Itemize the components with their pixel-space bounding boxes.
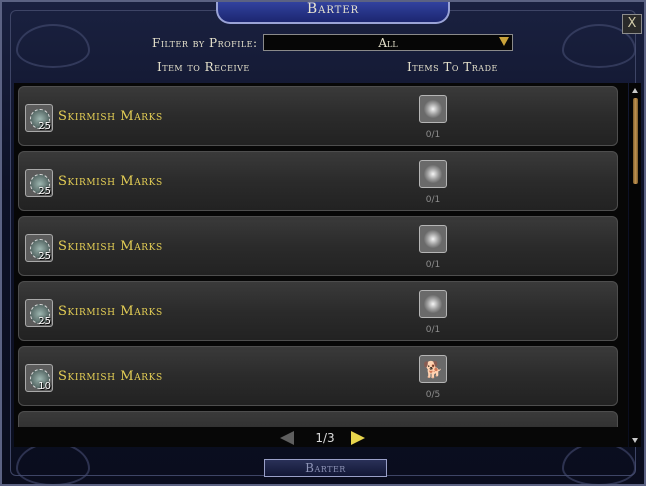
wolf-glyph-icon: 🐕 — [423, 360, 443, 379]
barter-list[interactable]: 25 Skirmish Marks 0/1 25 Skirmish Marks … — [14, 83, 628, 427]
frame-ornament — [16, 442, 90, 484]
silver-ring-icon[interactable] — [419, 225, 447, 253]
item-quantity: 25 — [38, 251, 51, 262]
column-header-receive: Item to Receive — [157, 60, 250, 74]
barter-row[interactable]: 25 Skirmish Marks 0/1 — [18, 151, 618, 211]
trade-count: 0/1 — [425, 130, 441, 140]
frame-ornament — [16, 24, 90, 68]
skirmish-mark-icon[interactable]: 25 — [25, 169, 53, 197]
skirmish-mark-icon[interactable]: 25 — [25, 104, 53, 132]
next-page-icon[interactable] — [351, 431, 365, 445]
previous-page-icon[interactable] — [280, 431, 294, 445]
column-header-trade: Items To Trade — [407, 60, 498, 74]
trade-count: 0/5 — [425, 390, 441, 400]
silver-ring-icon[interactable] — [419, 95, 447, 123]
barter-row[interactable] — [18, 411, 618, 427]
barter-button[interactable]: Barter — [264, 459, 387, 477]
wolf-icon[interactable]: 🐕 — [419, 355, 447, 383]
ring-icon — [424, 100, 442, 118]
filter-label: Filter by Profile: — [152, 36, 258, 50]
trade-count: 0/1 — [425, 325, 441, 335]
item-name: Skirmish Marks — [58, 369, 163, 384]
item-quantity: 25 — [38, 186, 51, 197]
barter-window: Barter X Filter by Profile: All Item to … — [0, 0, 646, 486]
ring-icon — [424, 165, 442, 183]
page-indicator: 1/3 — [315, 431, 335, 445]
item-quantity: 25 — [38, 316, 51, 327]
barter-row[interactable]: 25 Skirmish Marks 0/1 — [18, 281, 618, 341]
item-name: Skirmish Marks — [58, 304, 163, 319]
window-title[interactable]: Barter — [216, 2, 450, 24]
profile-filter-select[interactable]: All — [263, 34, 513, 51]
item-name: Skirmish Marks — [58, 239, 163, 254]
barter-row[interactable]: 10 Skirmish Marks 🐕 0/5 — [18, 346, 618, 406]
trade-count: 0/1 — [425, 260, 441, 270]
item-name: Skirmish Marks — [58, 109, 163, 124]
item-quantity: 10 — [38, 381, 51, 392]
chevron-down-icon[interactable] — [499, 37, 509, 46]
trade-count: 0/1 — [425, 195, 441, 205]
ring-icon — [424, 230, 442, 248]
skirmish-mark-icon[interactable]: 10 — [25, 364, 53, 392]
silver-ring-icon[interactable] — [419, 290, 447, 318]
item-quantity: 25 — [38, 121, 51, 132]
close-button[interactable]: X — [622, 14, 642, 34]
skirmish-mark-icon[interactable]: 25 — [25, 299, 53, 327]
item-name: Skirmish Marks — [58, 174, 163, 189]
frame-ornament — [562, 442, 636, 484]
filter-value: All — [378, 36, 398, 50]
scroll-down-icon[interactable] — [632, 438, 638, 443]
scroll-up-icon[interactable] — [632, 88, 638, 93]
skirmish-mark-icon[interactable]: 25 — [25, 234, 53, 262]
silver-ring-icon[interactable] — [419, 160, 447, 188]
ring-icon — [424, 295, 442, 313]
barter-row[interactable]: 25 Skirmish Marks 0/1 — [18, 86, 618, 146]
barter-row[interactable]: 25 Skirmish Marks 0/1 — [18, 216, 618, 276]
scrollbar-thumb[interactable] — [633, 98, 638, 184]
